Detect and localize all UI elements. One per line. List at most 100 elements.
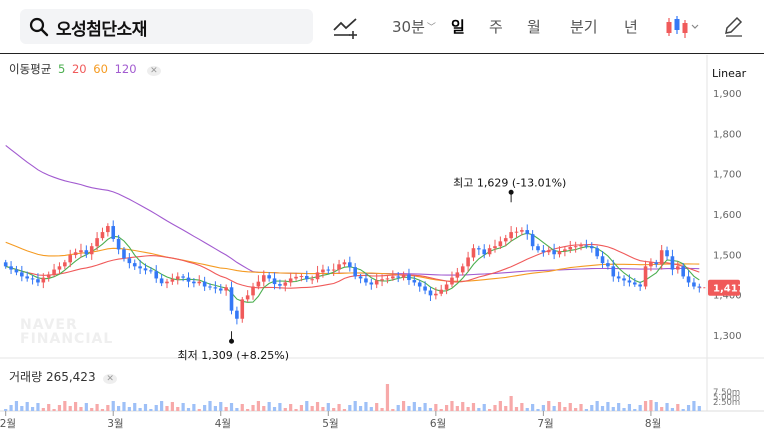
candle-body (278, 284, 282, 286)
x-tick-label: 7월 (537, 418, 553, 430)
candle-body (385, 278, 390, 280)
candle-body (369, 282, 374, 285)
candle-body (111, 226, 116, 239)
volume-bar (665, 403, 669, 411)
volume-bar (407, 406, 411, 411)
tab-30min[interactable]: 30분 ﹀ (392, 16, 436, 37)
candle-body (288, 278, 293, 283)
candle-body (638, 284, 642, 287)
volume-bar (30, 407, 35, 411)
y-tick-label: 1,600 (713, 210, 742, 221)
volume-bar (488, 409, 492, 411)
candle-body (546, 250, 551, 253)
pencil-icon[interactable] (722, 15, 744, 37)
x-tick-label: 6월 (430, 418, 446, 430)
volume-bar (466, 407, 470, 411)
tab-quarter[interactable]: 분기 (570, 16, 598, 37)
volume-bar (643, 401, 648, 411)
candle-body (310, 279, 314, 281)
volume-bar (568, 403, 572, 411)
candle-body (89, 246, 94, 255)
candle-body (396, 276, 401, 278)
candle-body (622, 278, 626, 281)
volume-bar (337, 404, 341, 411)
volume-bar (305, 401, 309, 411)
volume-bar (310, 406, 314, 411)
volume-bar (47, 404, 51, 411)
candle-body (326, 269, 331, 271)
volume-bar (52, 409, 56, 411)
candle-body (208, 286, 212, 288)
volume-bar (477, 408, 481, 411)
candle-body (552, 250, 556, 255)
volume-bar (342, 409, 347, 411)
volume-bar (25, 402, 29, 411)
volume-bar (638, 405, 642, 411)
volume-bar (332, 408, 336, 411)
candle-body (676, 266, 680, 270)
compare-chart-icon[interactable] (332, 14, 358, 40)
volume-bar (197, 409, 201, 411)
volume-bar (84, 403, 88, 411)
candle-body (57, 266, 62, 270)
candle-body (159, 278, 164, 284)
volume-bar (520, 403, 524, 411)
candle-body (79, 250, 83, 253)
candle-body (487, 248, 492, 255)
candle-body (192, 281, 196, 284)
volume-bar (213, 406, 217, 411)
candle-body (514, 231, 519, 233)
volume-bar (676, 404, 680, 411)
stock-search-box[interactable]: 오성첨단소재 (20, 9, 313, 44)
candle-body (380, 279, 384, 281)
candle-body (455, 272, 460, 278)
volume-bar (41, 408, 45, 411)
volume-bar (235, 408, 239, 411)
volume-bar (364, 402, 368, 411)
candle-body (165, 281, 169, 284)
candle-body (202, 281, 207, 287)
candle-body (175, 276, 180, 280)
volume-bar (514, 407, 519, 411)
candle-body (503, 238, 508, 242)
volume-bar (681, 409, 685, 411)
tab-day[interactable]: 일 (451, 16, 465, 37)
volume-bar (68, 406, 72, 411)
volume-bar (203, 405, 207, 411)
volume-bar (289, 404, 293, 411)
candle-body (68, 255, 73, 263)
candle-body (681, 266, 685, 277)
price-chart[interactable]: 1,9001,8001,7001,6001,5001,4001,3002월 3월 4… (0, 55, 764, 433)
candle-body (520, 230, 524, 232)
ma-20-line (5, 243, 700, 289)
candle-body (73, 252, 78, 256)
candle-body (245, 295, 250, 300)
volume-bar (617, 403, 621, 411)
candle-body (358, 276, 363, 279)
candle-body (348, 262, 352, 268)
search-input[interactable]: 오성첨단소재 (56, 15, 147, 40)
x-tick-label: 4월 (215, 418, 231, 430)
candle-body (466, 257, 470, 267)
candle-type-icon[interactable] (664, 14, 700, 40)
volume-bar (509, 396, 513, 411)
tab-month[interactable]: 월 (527, 16, 541, 37)
volume-bar (401, 401, 406, 411)
candle-body (299, 276, 304, 278)
candle-body (412, 280, 417, 283)
search-icon[interactable] (29, 17, 49, 37)
volume-bar (122, 402, 126, 411)
volume-bar (73, 402, 78, 411)
volume-bar (186, 408, 191, 411)
candle-body (573, 246, 578, 248)
volume-bar (133, 403, 137, 411)
volume-bar (606, 402, 610, 411)
candle-body (477, 248, 481, 250)
tab-week[interactable]: 주 (489, 16, 503, 37)
volume-bar (471, 403, 476, 411)
tab-year[interactable]: 년 (624, 16, 638, 37)
candle-body (541, 250, 546, 253)
candle-body (127, 258, 132, 264)
volume-bar (127, 407, 131, 411)
volume-bar (246, 409, 250, 411)
